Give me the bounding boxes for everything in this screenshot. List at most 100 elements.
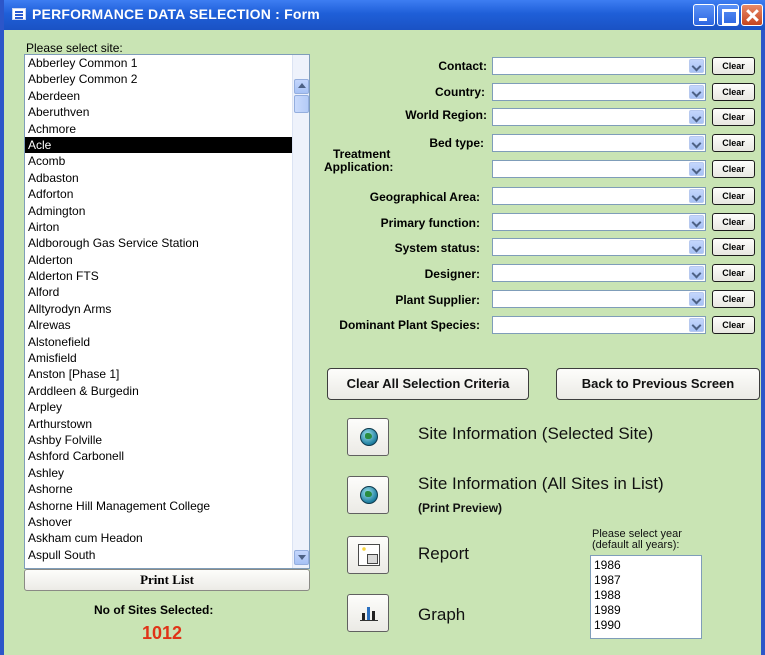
year-list-item[interactable]: 1987 [591, 573, 701, 588]
site-list-item[interactable]: Ashorne Hill Management College [25, 498, 292, 514]
world-region-label: World Region: [405, 108, 487, 122]
system-status-combo[interactable] [492, 238, 706, 256]
site-list-item[interactable]: Aberdeen [25, 88, 292, 104]
site-list-scrollbar[interactable] [292, 55, 309, 568]
site-list-item[interactable]: Aspull South [25, 547, 292, 563]
minimize-button[interactable] [693, 4, 715, 26]
print-list-button[interactable]: Print List [24, 569, 310, 591]
site-list-item[interactable]: Alderton FTS [25, 268, 292, 284]
geographical-area-label: Geographical Area: [369, 190, 480, 204]
geographical-area-combo[interactable] [492, 187, 706, 205]
year-listbox[interactable]: 1986 1987 1988 1989 1990 [590, 555, 702, 639]
world-region-clear-button[interactable]: Clear [712, 108, 755, 126]
contact-label: Contact: [438, 59, 487, 73]
site-list-item[interactable]: Abberley Common 1 [25, 55, 292, 71]
chevron-down-icon[interactable] [689, 318, 704, 332]
site-list-item[interactable]: Adforton [25, 186, 292, 202]
chevron-down-icon[interactable] [689, 215, 704, 229]
year-label-line2: (default all years): [592, 539, 680, 551]
bed-type-clear-button[interactable]: Clear [712, 134, 755, 152]
print-preview-label: (Print Preview) [418, 501, 503, 515]
site-list-item[interactable]: Ashley [25, 465, 292, 481]
site-list-item[interactable]: Arthurstown [25, 416, 292, 432]
maximize-button[interactable] [717, 4, 739, 26]
system-status-clear-button[interactable]: Clear [712, 238, 755, 256]
treatment-application-combo[interactable] [492, 160, 706, 178]
year-list-item[interactable]: 1990 [591, 618, 701, 633]
plant-supplier-combo[interactable] [492, 290, 706, 308]
chevron-down-icon[interactable] [689, 110, 704, 124]
sites-selected-label: No of Sites Selected: [94, 603, 214, 617]
site-list-item[interactable]: Amisfield [25, 350, 292, 366]
site-list-item[interactable]: Abberley Common 2 [25, 71, 292, 87]
site-list-item[interactable]: Arpley [25, 399, 292, 415]
site-list-item[interactable]: Ashford Carbonell [25, 448, 292, 464]
designer-clear-button[interactable]: Clear [712, 264, 755, 282]
site-list-item[interactable]: Ashby Folville [25, 432, 292, 448]
site-list-item[interactable]: Alltyrodyn Arms [25, 301, 292, 317]
contact-combo[interactable] [492, 57, 706, 75]
form-window: PERFORMANCE DATA SELECTION : Form Please… [0, 0, 765, 655]
treatment-label-line1: Treatment [333, 147, 391, 161]
primary-function-clear-button[interactable]: Clear [712, 213, 755, 231]
scroll-up-button[interactable] [294, 79, 309, 94]
chevron-down-icon[interactable] [689, 292, 704, 306]
primary-function-combo[interactable] [492, 213, 706, 231]
country-clear-button[interactable]: Clear [712, 83, 755, 101]
site-list-item[interactable]: Aldborough Gas Service Station [25, 235, 292, 251]
site-list-item[interactable]: Acomb [25, 153, 292, 169]
site-list-item[interactable]: Askham cum Headon [25, 530, 292, 546]
world-region-combo[interactable] [492, 108, 706, 126]
site-info-selected-button[interactable] [347, 418, 389, 456]
site-list-item[interactable]: Acle [25, 136, 292, 154]
report-button[interactable] [347, 536, 389, 574]
site-list-item[interactable]: Alderton [25, 252, 292, 268]
chevron-down-icon[interactable] [689, 189, 704, 203]
chevron-down-icon[interactable] [689, 85, 704, 99]
designer-combo[interactable] [492, 264, 706, 282]
site-info-all-button[interactable] [347, 476, 389, 514]
graph-button[interactable] [347, 594, 389, 632]
back-button[interactable]: Back to Previous Screen [556, 368, 760, 400]
site-list-item[interactable]: Achmore [25, 121, 292, 137]
site-list-item[interactable]: Aberuthven [25, 104, 292, 120]
dominant-plant-species-clear-button[interactable]: Clear [712, 316, 755, 334]
dominant-plant-species-combo[interactable] [492, 316, 706, 334]
window-title: PERFORMANCE DATA SELECTION : Form [32, 6, 320, 22]
site-list-item[interactable]: Ashorne [25, 481, 292, 497]
site-list-item[interactable]: Ashover [25, 514, 292, 530]
title-bar[interactable]: PERFORMANCE DATA SELECTION : Form [4, 0, 765, 30]
country-combo[interactable] [492, 83, 706, 101]
geographical-area-clear-button[interactable]: Clear [712, 187, 755, 205]
report-label: Report [418, 544, 470, 563]
treatment-application-clear-button[interactable]: Clear [712, 160, 755, 178]
chevron-down-icon[interactable] [689, 266, 704, 280]
site-list-item[interactable]: Alrewas [25, 317, 292, 333]
clear-all-criteria-button[interactable]: Clear All Selection Criteria [327, 368, 529, 400]
chevron-down-icon[interactable] [689, 59, 704, 73]
site-list-item[interactable]: Adbaston [25, 170, 292, 186]
scroll-down-button[interactable] [294, 550, 309, 565]
chevron-down-icon[interactable] [689, 162, 704, 176]
bar-chart-icon [360, 605, 378, 621]
chevron-down-icon[interactable] [689, 136, 704, 150]
globe-icon [360, 428, 378, 446]
site-list-item[interactable]: Airton [25, 219, 292, 235]
site-list-item[interactable]: Arddleen & Burgedin [25, 383, 292, 399]
site-list-item[interactable]: Anston [Phase 1] [25, 366, 292, 382]
site-list-item[interactable]: Alstonefield [25, 334, 292, 350]
dominant-plant-species-label: Dominant Plant Species: [339, 318, 480, 332]
close-button[interactable] [741, 4, 763, 26]
plant-supplier-clear-button[interactable]: Clear [712, 290, 755, 308]
year-list-item[interactable]: 1986 [591, 558, 701, 573]
contact-clear-button[interactable]: Clear [712, 57, 755, 75]
chevron-down-icon[interactable] [689, 240, 704, 254]
site-listbox[interactable]: Abberley Common 1 Abberley Common 2 Aberde… [24, 54, 310, 569]
site-list-item[interactable]: Alford [25, 284, 292, 300]
year-list-item[interactable]: 1988 [591, 588, 701, 603]
year-list-item[interactable]: 1989 [591, 603, 701, 618]
scroll-thumb[interactable] [294, 95, 309, 113]
bed-type-combo[interactable] [492, 134, 706, 152]
site-list-item[interactable]: Admington [25, 203, 292, 219]
graph-label: Graph [418, 605, 466, 624]
